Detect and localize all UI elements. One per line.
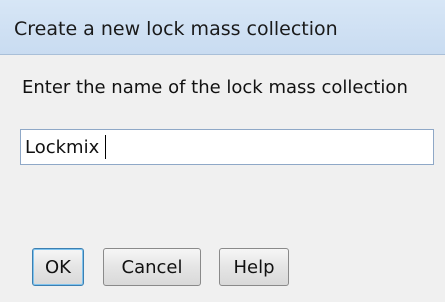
help-button[interactable]: Help xyxy=(219,248,289,286)
ok-button[interactable]: OK xyxy=(32,248,84,286)
dialog-title: Create a new lock mass collection xyxy=(14,18,338,40)
name-prompt-label: Enter the name of the lock mass collecti… xyxy=(22,77,408,98)
text-caret xyxy=(105,135,106,159)
title-bar[interactable]: Create a new lock mass collection xyxy=(0,0,445,55)
create-lock-mass-collection-dialog: Create a new lock mass collection Enter … xyxy=(0,0,445,302)
cancel-button[interactable]: Cancel xyxy=(103,248,201,286)
collection-name-input[interactable] xyxy=(20,129,434,165)
